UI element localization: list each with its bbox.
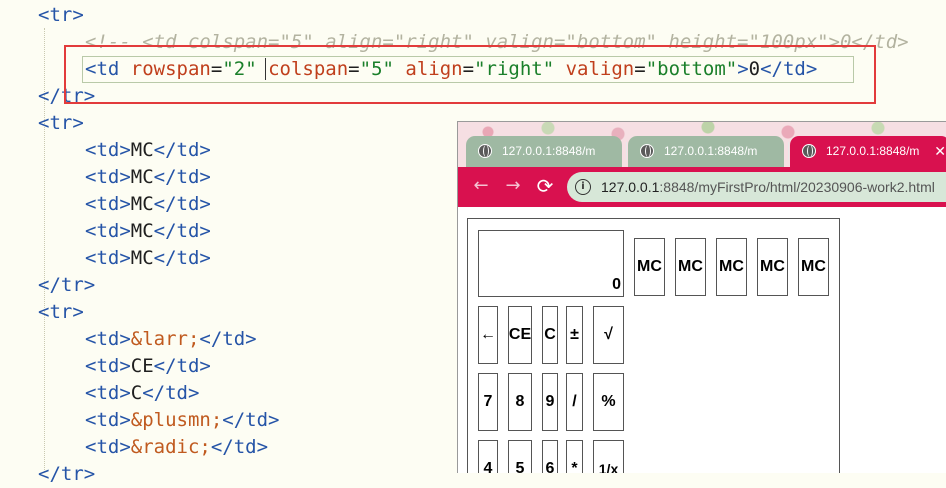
code-line: </tr> xyxy=(38,272,95,299)
calculator-key-1-4[interactable]: ± xyxy=(566,306,583,364)
code-line: <td>MC</td> xyxy=(85,137,211,164)
calculator-display: 0 xyxy=(478,230,624,297)
url-host: 127.0.0.1 xyxy=(601,179,660,195)
code-tag: <tr> xyxy=(38,4,84,26)
code-tag: </td> xyxy=(153,166,211,188)
code-text: CE xyxy=(130,355,154,377)
code-tag: </td> xyxy=(142,382,200,404)
tab-2[interactable]: 127.0.0.1:8848/m xyxy=(628,136,784,167)
calculator-table: 0 MC MC MC MC MC ← CE C ± √ 7 8 9/% 4 5 6 * 1/x xyxy=(467,218,840,473)
tab-separator xyxy=(626,142,627,160)
tab-title: 127.0.0.1:8848/m xyxy=(826,144,920,158)
code-line: <td>MC</td> xyxy=(85,191,211,218)
code-tag: <td> xyxy=(85,355,131,377)
code-tag: <td> xyxy=(85,328,131,350)
code-tag: </td> xyxy=(222,409,280,431)
memory-clear-button[interactable]: MC xyxy=(675,238,706,296)
code-text: MC xyxy=(130,193,154,215)
code-tag: </tr> xyxy=(38,463,96,485)
calculator-key-3-5[interactable]: 1/x xyxy=(593,440,624,473)
code-line: <td>MC</td> xyxy=(85,245,211,272)
tab-3-active[interactable]: 127.0.0.1:8848/m ✕ xyxy=(790,136,946,167)
code-line: <tr> xyxy=(38,299,84,326)
globe-icon xyxy=(478,144,492,158)
calculator-key-2-2[interactable]: 8 xyxy=(508,373,532,431)
code-entity: &larr; xyxy=(130,328,200,350)
memory-clear-button[interactable]: MC xyxy=(634,238,665,296)
calculator-key-3-2[interactable]: 5 xyxy=(508,440,532,473)
code-line: </tr> xyxy=(38,461,95,488)
code-line: <td>&larr;</td> xyxy=(85,326,257,353)
code-entity: &plusmn; xyxy=(130,409,223,431)
memory-clear-button[interactable]: MC xyxy=(798,238,829,296)
memory-clear-button[interactable]: MC xyxy=(757,238,788,296)
code-tag: </td> xyxy=(153,247,211,269)
calculator-key-1-1[interactable]: ← xyxy=(478,306,498,364)
code-tag: <td> xyxy=(85,193,131,215)
code-text: MC xyxy=(130,166,154,188)
code-line: <td>CE</td> xyxy=(85,353,211,380)
back-arrow-icon[interactable]: ← xyxy=(468,173,494,199)
code-tag: </tr> xyxy=(38,274,96,296)
url-text: 127.0.0.1:8848/myFirstPro/html/20230906-… xyxy=(601,172,935,202)
code-tag: <td> xyxy=(85,409,131,431)
calculator-key-3-1[interactable]: 4 xyxy=(478,440,498,473)
code-line: <tr> xyxy=(38,2,84,29)
calculator-key-2-5[interactable]: % xyxy=(593,373,624,431)
info-icon[interactable]: i xyxy=(575,179,591,195)
url-path: :8848/myFirstPro/html/20230906-work2.htm… xyxy=(659,179,935,195)
tab-separator xyxy=(788,142,789,160)
calculator-key-1-2[interactable]: CE xyxy=(508,306,532,364)
code-tag: </td> xyxy=(153,139,211,161)
code-tag: <td> xyxy=(85,247,131,269)
calculator-key-1-5[interactable]: √ xyxy=(593,306,624,364)
code-line: <td>MC</td> xyxy=(85,218,211,245)
reload-icon[interactable]: ⟳ xyxy=(532,173,558,199)
code-text: C xyxy=(130,382,143,404)
navigation-bar: ← → ⟳ i 127.0.0.1:8848/myFirstPro/html/2… xyxy=(458,167,946,207)
forward-arrow-icon[interactable]: → xyxy=(500,173,526,199)
tab-1[interactable]: 127.0.0.1:8848/m xyxy=(466,136,622,167)
tab-strip: 127.0.0.1:8848/m 127.0.0.1:8848/m 127.0.… xyxy=(458,122,946,167)
calculator-key-3-4[interactable]: * xyxy=(566,440,583,473)
tab-title: 127.0.0.1:8848/m xyxy=(664,144,758,158)
code-text: MC xyxy=(130,139,154,161)
code-tag: </td> xyxy=(153,355,211,377)
code-text: MC xyxy=(130,220,154,242)
page-content: 0 MC MC MC MC MC ← CE C ± √ 7 8 9/% 4 5 6 * 1/x xyxy=(458,207,946,473)
code-tag: <td> xyxy=(85,436,131,458)
globe-icon xyxy=(640,144,654,158)
close-tab-icon[interactable]: ✕ xyxy=(934,136,946,166)
code-tag: <td> xyxy=(85,139,131,161)
calculator-key-1-3[interactable]: C xyxy=(542,306,558,364)
code-tag: </td> xyxy=(210,436,269,458)
tab-title: 127.0.0.1:8848/m xyxy=(502,144,596,158)
code-tag: <td> xyxy=(85,220,131,242)
calculator-key-2-4[interactable]: / xyxy=(566,373,583,431)
code-line: <td>MC</td> xyxy=(85,164,211,191)
code-tag: </td> xyxy=(153,193,211,215)
code-line: <tr> xyxy=(38,110,84,137)
globe-icon xyxy=(802,144,816,158)
calculator-key-3-3[interactable]: 6 xyxy=(542,440,558,473)
code-line: <td>C</td> xyxy=(85,380,199,407)
annotation-highlight-box xyxy=(64,45,876,104)
code-line: <td>&radic;</td> xyxy=(85,434,268,461)
calculator-key-2-1[interactable]: 7 xyxy=(478,373,498,431)
code-tag: <tr> xyxy=(38,112,84,134)
calculator-key-2-3[interactable]: 9 xyxy=(542,373,558,431)
display-value: 0 xyxy=(612,276,621,293)
code-entity: &radic; xyxy=(130,436,211,458)
code-tag: </td> xyxy=(199,328,257,350)
code-tag: <tr> xyxy=(38,301,84,323)
code-line: <td>&plusmn;</td> xyxy=(85,407,279,434)
browser-window: 127.0.0.1:8848/m 127.0.0.1:8848/m 127.0.… xyxy=(457,121,946,473)
memory-clear-button[interactable]: MC xyxy=(716,238,747,296)
code-tag: <td> xyxy=(85,166,131,188)
code-tag: </td> xyxy=(153,220,211,242)
code-text: MC xyxy=(130,247,154,269)
address-bar[interactable]: i 127.0.0.1:8848/myFirstPro/html/2023090… xyxy=(567,172,946,202)
code-tag: <td> xyxy=(85,382,131,404)
